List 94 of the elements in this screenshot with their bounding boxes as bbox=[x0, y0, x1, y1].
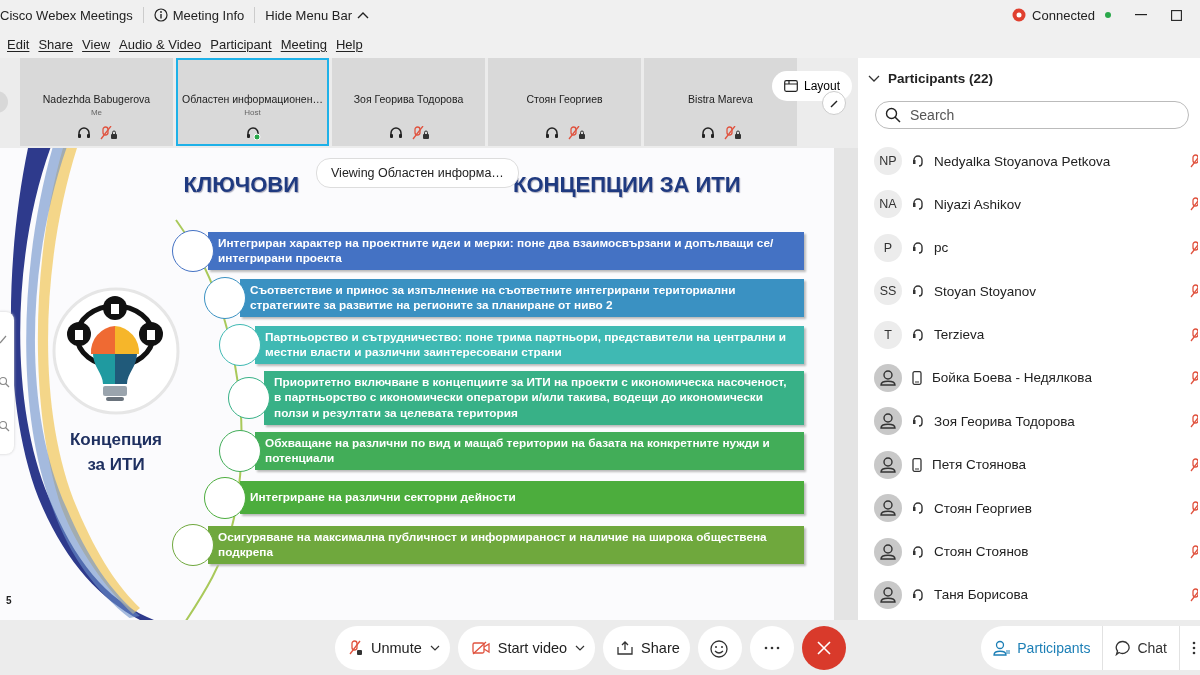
muted-mic-icon[interactable] bbox=[1190, 544, 1198, 559]
muted-mic-icon[interactable] bbox=[1190, 284, 1198, 299]
participant-name[interactable]: Таня Борисова bbox=[934, 587, 1029, 603]
muted-mic-icon[interactable] bbox=[1190, 457, 1198, 472]
search-icon bbox=[885, 107, 901, 123]
unmute-button[interactable]: Unmute bbox=[335, 625, 450, 670]
caret-down-icon bbox=[429, 644, 440, 651]
hide-menu-bar-button[interactable]: Hide Menu Bar bbox=[265, 7, 369, 23]
search-field[interactable]: Search bbox=[875, 101, 1189, 129]
participant-name[interactable]: Terzieva bbox=[934, 327, 985, 343]
share-icon bbox=[617, 640, 634, 655]
participant-tile[interactable]: Областен информационен… Host bbox=[176, 58, 329, 146]
muted-mic-icon[interactable] bbox=[1190, 414, 1198, 429]
participant-name[interactable]: pc bbox=[934, 240, 949, 256]
muted-mic-icon bbox=[349, 639, 363, 656]
record-icon bbox=[1012, 8, 1027, 22]
minimize-icon[interactable] bbox=[1135, 14, 1147, 16]
participant-name[interactable]: Stoyan Stoyanov bbox=[934, 283, 1037, 299]
muted-mic-icon[interactable] bbox=[1190, 587, 1198, 602]
muted-mic-icon[interactable] bbox=[1190, 370, 1198, 385]
tile-name: Bistra Mareva bbox=[688, 93, 753, 105]
person-avatar-icon bbox=[874, 580, 902, 609]
participant-name[interactable]: Niyazi Ashikov bbox=[934, 196, 1022, 212]
initials-avatar: NP bbox=[874, 147, 902, 175]
muted-mic-icon[interactable] bbox=[1190, 154, 1198, 168]
tile-name: Nadezhda Babugerova bbox=[42, 93, 151, 105]
person-avatar-icon bbox=[874, 537, 902, 566]
point-text: Обхващане на различни по вид и мащаб територии на базата на конкретните нужди и потенциали bbox=[265, 435, 771, 467]
tile-role: Host bbox=[244, 108, 261, 119]
panel-title: Participants (22) bbox=[888, 70, 994, 86]
person-avatar-icon bbox=[874, 450, 902, 479]
point-text: Осигуряване на максимална публичност и информираност и наличие на широка обществена подкрепа bbox=[218, 529, 768, 561]
participant-tile[interactable]: Nadezhda Babugerova Me bbox=[20, 58, 173, 146]
menu-item[interactable]: Edit bbox=[7, 36, 30, 52]
initials-avatar: P bbox=[874, 233, 902, 262]
caret-up-icon bbox=[357, 11, 369, 19]
tile-name: Стоян Георгиев bbox=[526, 93, 603, 105]
muted-mic-icon[interactable] bbox=[1190, 327, 1198, 342]
participant-name[interactable]: Стоян Георгиев bbox=[934, 500, 1032, 516]
initials-avatar: T bbox=[874, 320, 902, 349]
end-meeting-button[interactable] bbox=[801, 625, 846, 670]
point-text: Съответствие и принос за изпълнение на съответните интегрирани териториални стратегиите за развитие на регионите за планиране от ниво 2 bbox=[250, 282, 737, 314]
slide-title: КЛЮЧОВИ bbox=[183, 172, 299, 198]
zoom-out-icon[interactable] bbox=[0, 420, 10, 432]
participant-name[interactable]: Nedyalka Stoyanova Petkova bbox=[934, 153, 1111, 169]
muted-mic-icon[interactable] bbox=[1190, 197, 1198, 212]
participant-name[interactable]: Стоян Стоянов bbox=[934, 544, 1029, 559]
participant-name[interactable]: Бойка Боева - Недялкова bbox=[932, 370, 1092, 386]
point-text: Партньорство и сътрудничество: поне трима партньори, представители на централни и местни власти и различни заинтересовани страни bbox=[265, 329, 788, 361]
participant-name[interactable]: Петя Стоянова bbox=[932, 457, 1027, 473]
caret-down-icon bbox=[575, 644, 586, 651]
initials-avatar: NA bbox=[874, 190, 902, 219]
muted-mic-icon[interactable] bbox=[1190, 240, 1198, 255]
share-button[interactable]: Share bbox=[603, 625, 690, 670]
menu-item[interactable]: View bbox=[82, 36, 111, 52]
participants-tab[interactable]: Participants bbox=[981, 625, 1104, 670]
app-name: Cisco Webex Meetings bbox=[0, 7, 133, 23]
chat-icon bbox=[1115, 639, 1132, 656]
participant-tile[interactable]: Зоя Георива Тодорова bbox=[332, 58, 485, 146]
person-avatar-icon bbox=[874, 407, 902, 436]
tile-name: Областен информационен… bbox=[182, 93, 323, 105]
participant-tile[interactable]: Bistra Mareva bbox=[644, 58, 797, 146]
connected-dot-icon bbox=[1105, 12, 1111, 18]
more-icon[interactable] bbox=[1192, 639, 1196, 656]
maximize-icon[interactable] bbox=[1171, 9, 1182, 21]
zoom-in-icon[interactable] bbox=[0, 376, 10, 388]
menu-item[interactable]: Meeting bbox=[280, 36, 327, 52]
point-text: Интегриран характер на проектните идеи и мерки: поне два взаимосвързани и допълващи се/интегрирани проекта bbox=[218, 235, 775, 267]
info-icon bbox=[153, 8, 168, 22]
tile-name: Зоя Георива Тодорова bbox=[353, 93, 464, 105]
menu-item[interactable]: Audio & Video bbox=[119, 36, 202, 52]
people-icon bbox=[993, 639, 1012, 656]
point-text: Приоритетно включване в концепциите за ИТИ на проекти с икономическа насоченост, в партньорство с икономически оператори и/или такива, водещи до икономически ползи и резултати за целевата територия bbox=[274, 375, 788, 421]
muted-mic-icon[interactable] bbox=[1190, 501, 1198, 516]
layout-icon bbox=[784, 80, 798, 92]
menu-item[interactable]: Help bbox=[335, 36, 363, 52]
slide-caption: Концепция за ИТИ bbox=[69, 429, 163, 476]
person-avatar-icon bbox=[874, 494, 902, 523]
person-avatar-icon bbox=[874, 363, 902, 392]
tile-role: Me bbox=[90, 108, 103, 119]
menu-item[interactable]: Share bbox=[38, 36, 74, 52]
reactions-button[interactable] bbox=[697, 625, 742, 670]
connection-status: Connected bbox=[1032, 7, 1095, 23]
scroll-right-button[interactable] bbox=[822, 91, 846, 115]
menu-item[interactable]: Participant bbox=[210, 36, 272, 52]
point-text: Интегриране на различни секторни дейности bbox=[250, 490, 516, 506]
slide-number: 5 bbox=[6, 595, 12, 606]
meeting-info-button[interactable]: Meeting Info bbox=[153, 7, 245, 23]
participant-tile[interactable]: Стоян Георгиев bbox=[488, 58, 641, 146]
initials-avatar: SS bbox=[874, 277, 902, 306]
camera-off-icon bbox=[471, 640, 490, 655]
participant-name[interactable]: Зоя Георива Тодорова bbox=[934, 413, 1075, 429]
start-video-button[interactable]: Start video bbox=[457, 625, 596, 670]
chat-tab[interactable]: Chat bbox=[1103, 625, 1180, 670]
